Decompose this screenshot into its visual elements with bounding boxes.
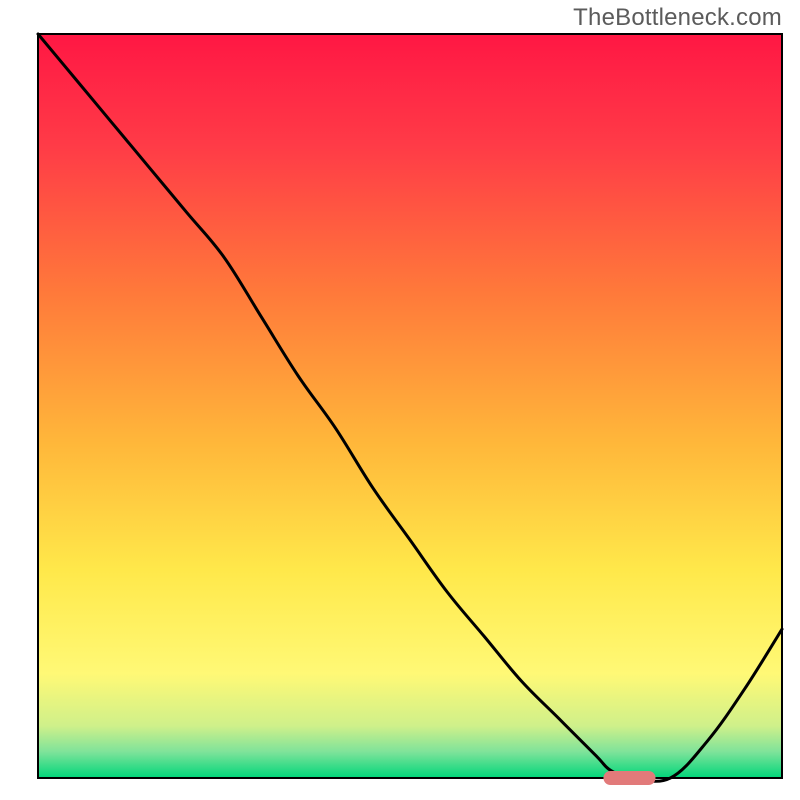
chart-container: TheBottleneck.com [0, 0, 800, 800]
plot-background [38, 34, 782, 778]
bottleneck-chart [0, 0, 800, 800]
optimum-marker [603, 771, 655, 785]
